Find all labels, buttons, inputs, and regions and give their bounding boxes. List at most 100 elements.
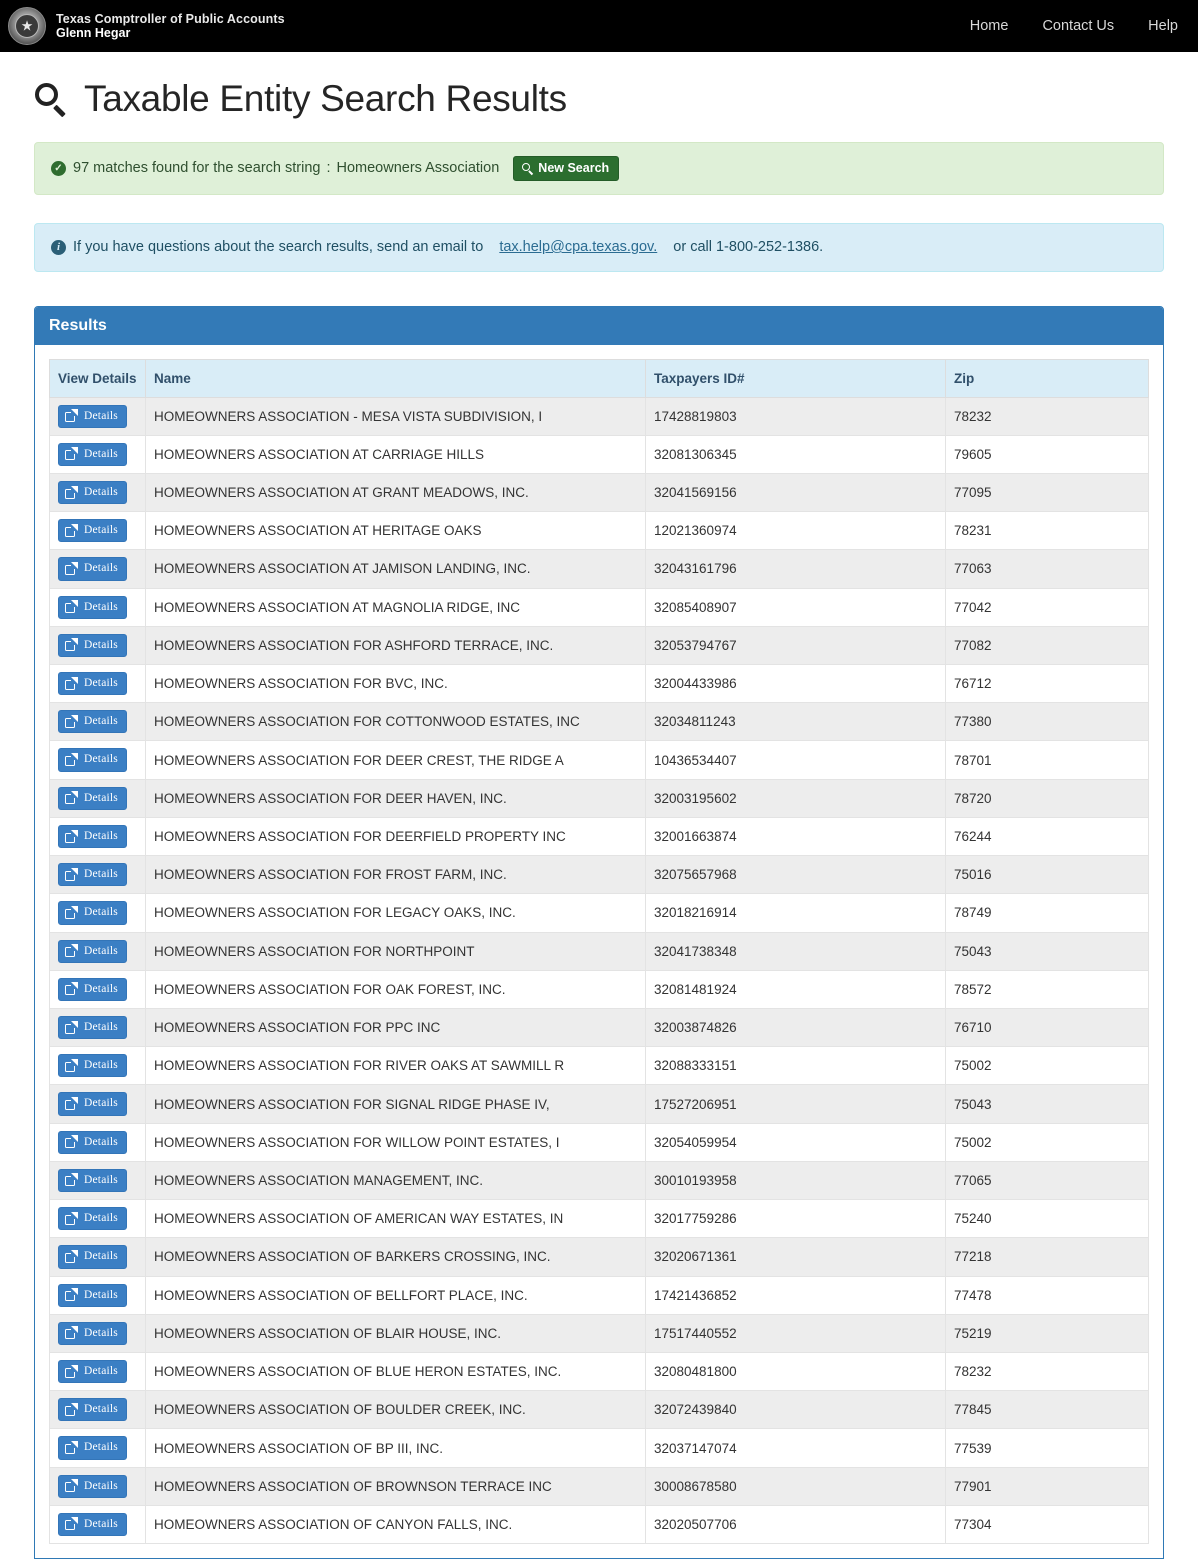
cell-zip: 78232 <box>946 397 1149 435</box>
details-button[interactable]: Details <box>58 1398 127 1421</box>
cell-zip: 78232 <box>946 1352 1149 1390</box>
external-link-square-icon <box>65 410 77 422</box>
cell-name: HOMEOWNERS ASSOCIATION FOR FROST FARM, I… <box>146 856 646 894</box>
cell-name: HOMEOWNERS ASSOCIATION FOR LEGACY OAKS, … <box>146 894 646 932</box>
details-button-label: Details <box>84 448 118 461</box>
details-button[interactable]: Details <box>58 1322 127 1345</box>
cell-name: HOMEOWNERS ASSOCIATION FOR ASHFORD TERRA… <box>146 626 646 664</box>
details-button[interactable]: Details <box>58 443 127 466</box>
cell-taxpayer-id: 32037147074 <box>646 1429 946 1467</box>
top-navigation: Home Contact Us Help <box>970 18 1178 34</box>
details-button[interactable]: Details <box>58 1207 127 1230</box>
details-button[interactable]: Details <box>58 1284 127 1307</box>
details-button[interactable]: Details <box>58 1360 127 1383</box>
cell-view-details: Details <box>50 1085 146 1123</box>
details-button[interactable]: Details <box>58 405 127 428</box>
cell-name: HOMEOWNERS ASSOCIATION OF BARKERS CROSSI… <box>146 1238 646 1276</box>
cell-view-details: Details <box>50 703 146 741</box>
new-search-label: New Search <box>538 162 609 175</box>
cell-taxpayer-id: 32034811243 <box>646 703 946 741</box>
new-search-button[interactable]: New Search <box>513 156 619 181</box>
cell-zip: 76712 <box>946 665 1149 703</box>
table-row: DetailsHOMEOWNERS ASSOCIATION AT HERITAG… <box>50 512 1149 550</box>
cell-zip: 77901 <box>946 1467 1149 1505</box>
cell-name: HOMEOWNERS ASSOCIATION - MESA VISTA SUBD… <box>146 397 646 435</box>
cell-name: HOMEOWNERS ASSOCIATION OF BLUE HERON EST… <box>146 1352 646 1390</box>
details-button[interactable]: Details <box>58 634 127 657</box>
cell-name: HOMEOWNERS ASSOCIATION OF BLAIR HOUSE, I… <box>146 1314 646 1352</box>
external-link-square-icon <box>65 1060 77 1072</box>
details-button[interactable]: Details <box>58 787 127 810</box>
details-button-label: Details <box>84 830 118 843</box>
details-button[interactable]: Details <box>58 1092 127 1115</box>
external-link-square-icon <box>65 792 77 804</box>
details-button[interactable]: Details <box>58 481 127 504</box>
cell-taxpayer-id: 12021360974 <box>646 512 946 550</box>
details-button[interactable]: Details <box>58 672 127 695</box>
cell-view-details: Details <box>50 588 146 626</box>
external-link-square-icon <box>65 1404 77 1416</box>
details-button[interactable]: Details <box>58 1475 127 1498</box>
details-button-label: Details <box>84 906 118 919</box>
details-button[interactable]: Details <box>58 596 127 619</box>
nav-link-contact-us[interactable]: Contact Us <box>1042 18 1114 34</box>
cell-taxpayer-id: 32001663874 <box>646 817 946 855</box>
details-button-label: Details <box>84 601 118 614</box>
details-button-label: Details <box>84 1441 118 1454</box>
details-button-label: Details <box>84 562 118 575</box>
table-row: DetailsHOMEOWNERS ASSOCIATION OF BOULDER… <box>50 1391 1149 1429</box>
cell-taxpayer-id: 32081306345 <box>646 435 946 473</box>
details-button[interactable]: Details <box>58 1054 127 1077</box>
details-button[interactable]: Details <box>58 1436 127 1459</box>
details-button[interactable]: Details <box>58 978 127 1001</box>
cell-taxpayer-id: 32020507706 <box>646 1505 946 1543</box>
table-row: DetailsHOMEOWNERS ASSOCIATION FOR NORTHP… <box>50 932 1149 970</box>
details-button[interactable]: Details <box>58 940 127 963</box>
nav-link-help[interactable]: Help <box>1148 18 1178 34</box>
cell-view-details: Details <box>50 1161 146 1199</box>
details-button[interactable]: Details <box>58 825 127 848</box>
table-row: DetailsHOMEOWNERS ASSOCIATION AT MAGNOLI… <box>50 588 1149 626</box>
details-button[interactable]: Details <box>58 1245 127 1268</box>
external-link-square-icon <box>65 487 77 499</box>
table-row: DetailsHOMEOWNERS ASSOCIATION AT CARRIAG… <box>50 435 1149 473</box>
cell-zip: 78572 <box>946 970 1149 1008</box>
cell-zip: 76710 <box>946 1009 1149 1047</box>
details-button-label: Details <box>84 1021 118 1034</box>
results-panel-heading: Results <box>35 307 1163 345</box>
table-row: DetailsHOMEOWNERS ASSOCIATION FOR PPC IN… <box>50 1009 1149 1047</box>
details-button[interactable]: Details <box>58 901 127 924</box>
texas-state-seal-icon: ★ <box>8 7 46 45</box>
details-button[interactable]: Details <box>58 748 127 771</box>
support-email-link[interactable]: tax.help@cpa.texas.gov. <box>499 239 657 255</box>
cell-taxpayer-id: 32054059954 <box>646 1123 946 1161</box>
details-button[interactable]: Details <box>58 557 127 580</box>
table-row: Details HOMEOWNERS ASSOCIATION FOR DEER C… <box>50 741 1149 779</box>
cell-view-details: Details <box>50 1047 146 1085</box>
external-link-square-icon <box>65 754 77 766</box>
details-button[interactable]: Details <box>58 710 127 733</box>
brand-text: Texas Comptroller of Public Accounts Gle… <box>56 12 285 41</box>
external-link-square-icon <box>65 907 77 919</box>
details-button[interactable]: Details <box>58 1131 127 1154</box>
table-row: Details HOMEOWNERS ASSOCIATION OF BARKERS… <box>50 1238 1149 1276</box>
external-link-square-icon <box>65 601 77 613</box>
details-button-label: Details <box>84 1327 118 1340</box>
details-button[interactable]: Details <box>58 1169 127 1192</box>
details-button-label: Details <box>84 1059 118 1072</box>
details-button[interactable]: Details <box>58 1016 127 1039</box>
cell-taxpayer-id: 32003874826 <box>646 1009 946 1047</box>
details-button[interactable]: Details <box>58 1513 127 1536</box>
cell-view-details: Details <box>50 970 146 1008</box>
cell-name: HOMEOWNERS ASSOCIATION OF BELLFORT PLACE… <box>146 1276 646 1314</box>
results-table-head: View Details Name Taxpayers ID# Zip <box>50 359 1149 397</box>
details-button[interactable]: Details <box>58 863 127 886</box>
cell-taxpayer-id: 32081481924 <box>646 970 946 1008</box>
magnifier-ring <box>35 83 58 106</box>
details-button[interactable]: Details <box>58 519 127 542</box>
external-link-square-icon <box>65 1174 77 1186</box>
cell-view-details: Details <box>50 1429 146 1467</box>
cell-zip: 77539 <box>946 1429 1149 1467</box>
nav-link-home[interactable]: Home <box>970 18 1009 34</box>
cell-name: HOMEOWNERS ASSOCIATION FOR DEER CREST, T… <box>146 741 646 779</box>
